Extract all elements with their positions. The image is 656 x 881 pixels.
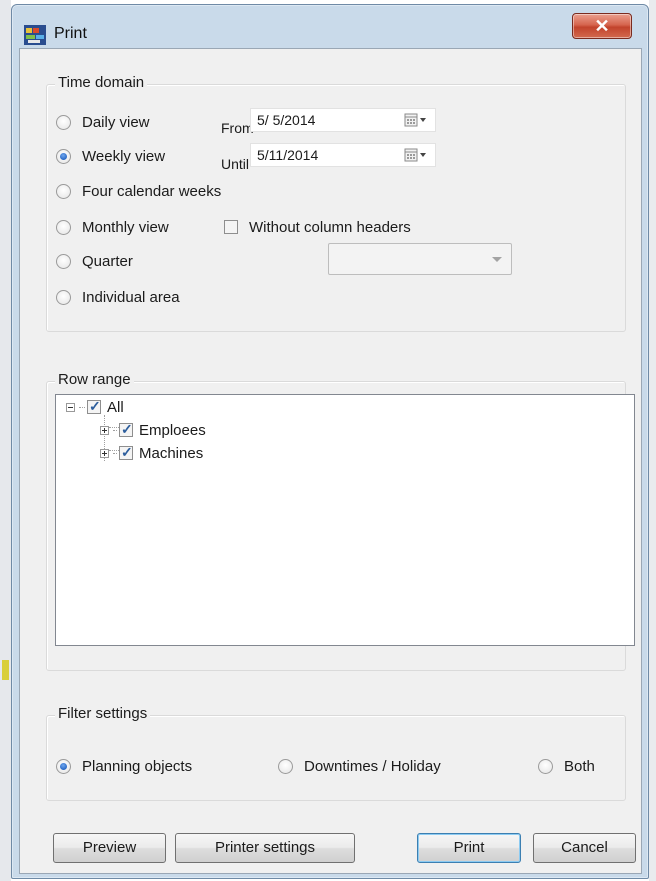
tree-connector (113, 452, 117, 454)
printer-settings-button[interactable]: Printer settings (175, 833, 355, 863)
radio-label: Individual area (82, 288, 180, 306)
time-domain-title: Time domain (55, 74, 148, 91)
background-strip-left (0, 0, 11, 881)
dialog-body: Time domain Daily view Weekly view Four … (19, 48, 642, 874)
calendar-dropdown-icon[interactable] (404, 113, 428, 128)
checkbox[interactable] (224, 220, 238, 234)
close-button[interactable]: ✕ (572, 13, 632, 39)
tree-node-emploees[interactable]: Emploees (100, 420, 206, 440)
radio-button[interactable] (56, 219, 71, 235)
time-domain-group: Time domain Daily view Weekly view Four … (46, 74, 626, 332)
tree-node-label: Machines (139, 444, 204, 462)
from-label: From (221, 120, 254, 136)
radio-button[interactable] (278, 758, 293, 774)
from-date-picker[interactable]: 5/ 5/2014 (250, 108, 436, 132)
tree-node-label: All (107, 398, 124, 416)
radio-both[interactable]: Both (538, 755, 595, 777)
expand-icon[interactable] (100, 448, 109, 458)
until-date-value: 5/11/2014 (257, 147, 319, 163)
radio-four-calendar-weeks[interactable]: Four calendar weeks (56, 180, 221, 202)
tree-node-all[interactable]: All (66, 397, 124, 417)
radio-downtimes-holiday[interactable]: Downtimes / Holiday (278, 755, 441, 777)
radio-weekly-view[interactable]: Weekly view (56, 145, 165, 167)
radio-label: Quarter (82, 252, 133, 270)
background-marker (2, 660, 9, 680)
radio-button[interactable] (56, 114, 71, 130)
preview-button[interactable]: Preview (53, 833, 166, 863)
row-range-tree[interactable]: All Emploees Machines (55, 394, 635, 646)
radio-button[interactable] (538, 758, 553, 774)
quarter-dropdown[interactable] (328, 243, 512, 275)
calendar-dropdown-icon[interactable] (404, 148, 428, 163)
until-label: Until (221, 156, 250, 172)
radio-individual-area[interactable]: Individual area (56, 286, 180, 308)
checkbox[interactable] (87, 398, 101, 415)
chevron-down-icon (492, 257, 502, 262)
collapse-icon[interactable] (66, 402, 75, 412)
filter-settings-title: Filter settings (55, 705, 151, 722)
expand-icon[interactable] (100, 425, 109, 435)
background-strip-right (649, 0, 656, 881)
radio-daily-view[interactable]: Daily view (56, 111, 150, 133)
dialog-title: Print (54, 25, 87, 42)
radio-button[interactable] (56, 758, 71, 774)
radio-button[interactable] (56, 253, 71, 269)
checkbox[interactable] (119, 421, 133, 438)
close-icon: ✕ (594, 16, 610, 36)
from-date-value: 5/ 5/2014 (257, 112, 316, 128)
radio-button[interactable] (56, 289, 71, 305)
tree-node-label: Emploees (139, 421, 206, 439)
without-column-headers-checkbox[interactable]: Without column headers (224, 216, 411, 238)
radio-button[interactable] (56, 183, 71, 199)
tree-node-machines[interactable]: Machines (100, 443, 203, 463)
cancel-button[interactable]: Cancel (533, 833, 636, 863)
until-date-picker[interactable]: 5/11/2014 (250, 143, 436, 167)
radio-label: Downtimes / Holiday (304, 757, 441, 775)
title-bar[interactable]: Print ✕ (12, 5, 648, 49)
radio-label: Weekly view (82, 147, 166, 165)
radio-monthly-view[interactable]: Monthly view (56, 216, 169, 238)
print-dialog: Print ✕ Time domain Daily view Weekly vi… (11, 4, 649, 879)
tree-connector (79, 406, 85, 408)
app-icon (24, 25, 46, 45)
radio-label: Four calendar weeks (82, 182, 222, 200)
checkbox-label: Without column headers (249, 218, 411, 236)
print-button[interactable]: Print (417, 833, 521, 863)
tree-connector (113, 429, 117, 431)
radio-quarter[interactable]: Quarter (56, 250, 133, 272)
row-range-title: Row range (55, 371, 134, 388)
radio-label: Planning objects (82, 757, 193, 775)
filter-settings-group: Filter settings Planning objects Downtim… (46, 705, 626, 801)
radio-button[interactable] (56, 148, 71, 164)
radio-label: Monthly view (82, 218, 169, 236)
radio-label: Both (564, 757, 595, 775)
radio-planning-objects[interactable]: Planning objects (56, 755, 192, 777)
checkbox[interactable] (119, 444, 133, 461)
radio-label: Daily view (82, 113, 150, 131)
